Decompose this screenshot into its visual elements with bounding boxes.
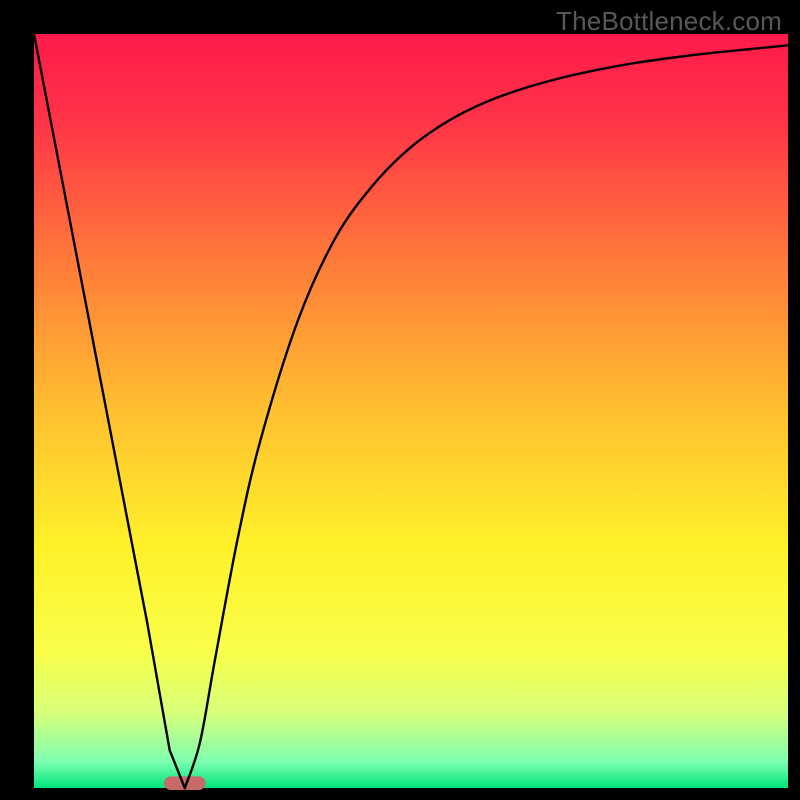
chart-svg	[0, 0, 800, 800]
watermark-text: TheBottleneck.com	[556, 6, 782, 37]
chart-frame: TheBottleneck.com	[0, 0, 800, 800]
